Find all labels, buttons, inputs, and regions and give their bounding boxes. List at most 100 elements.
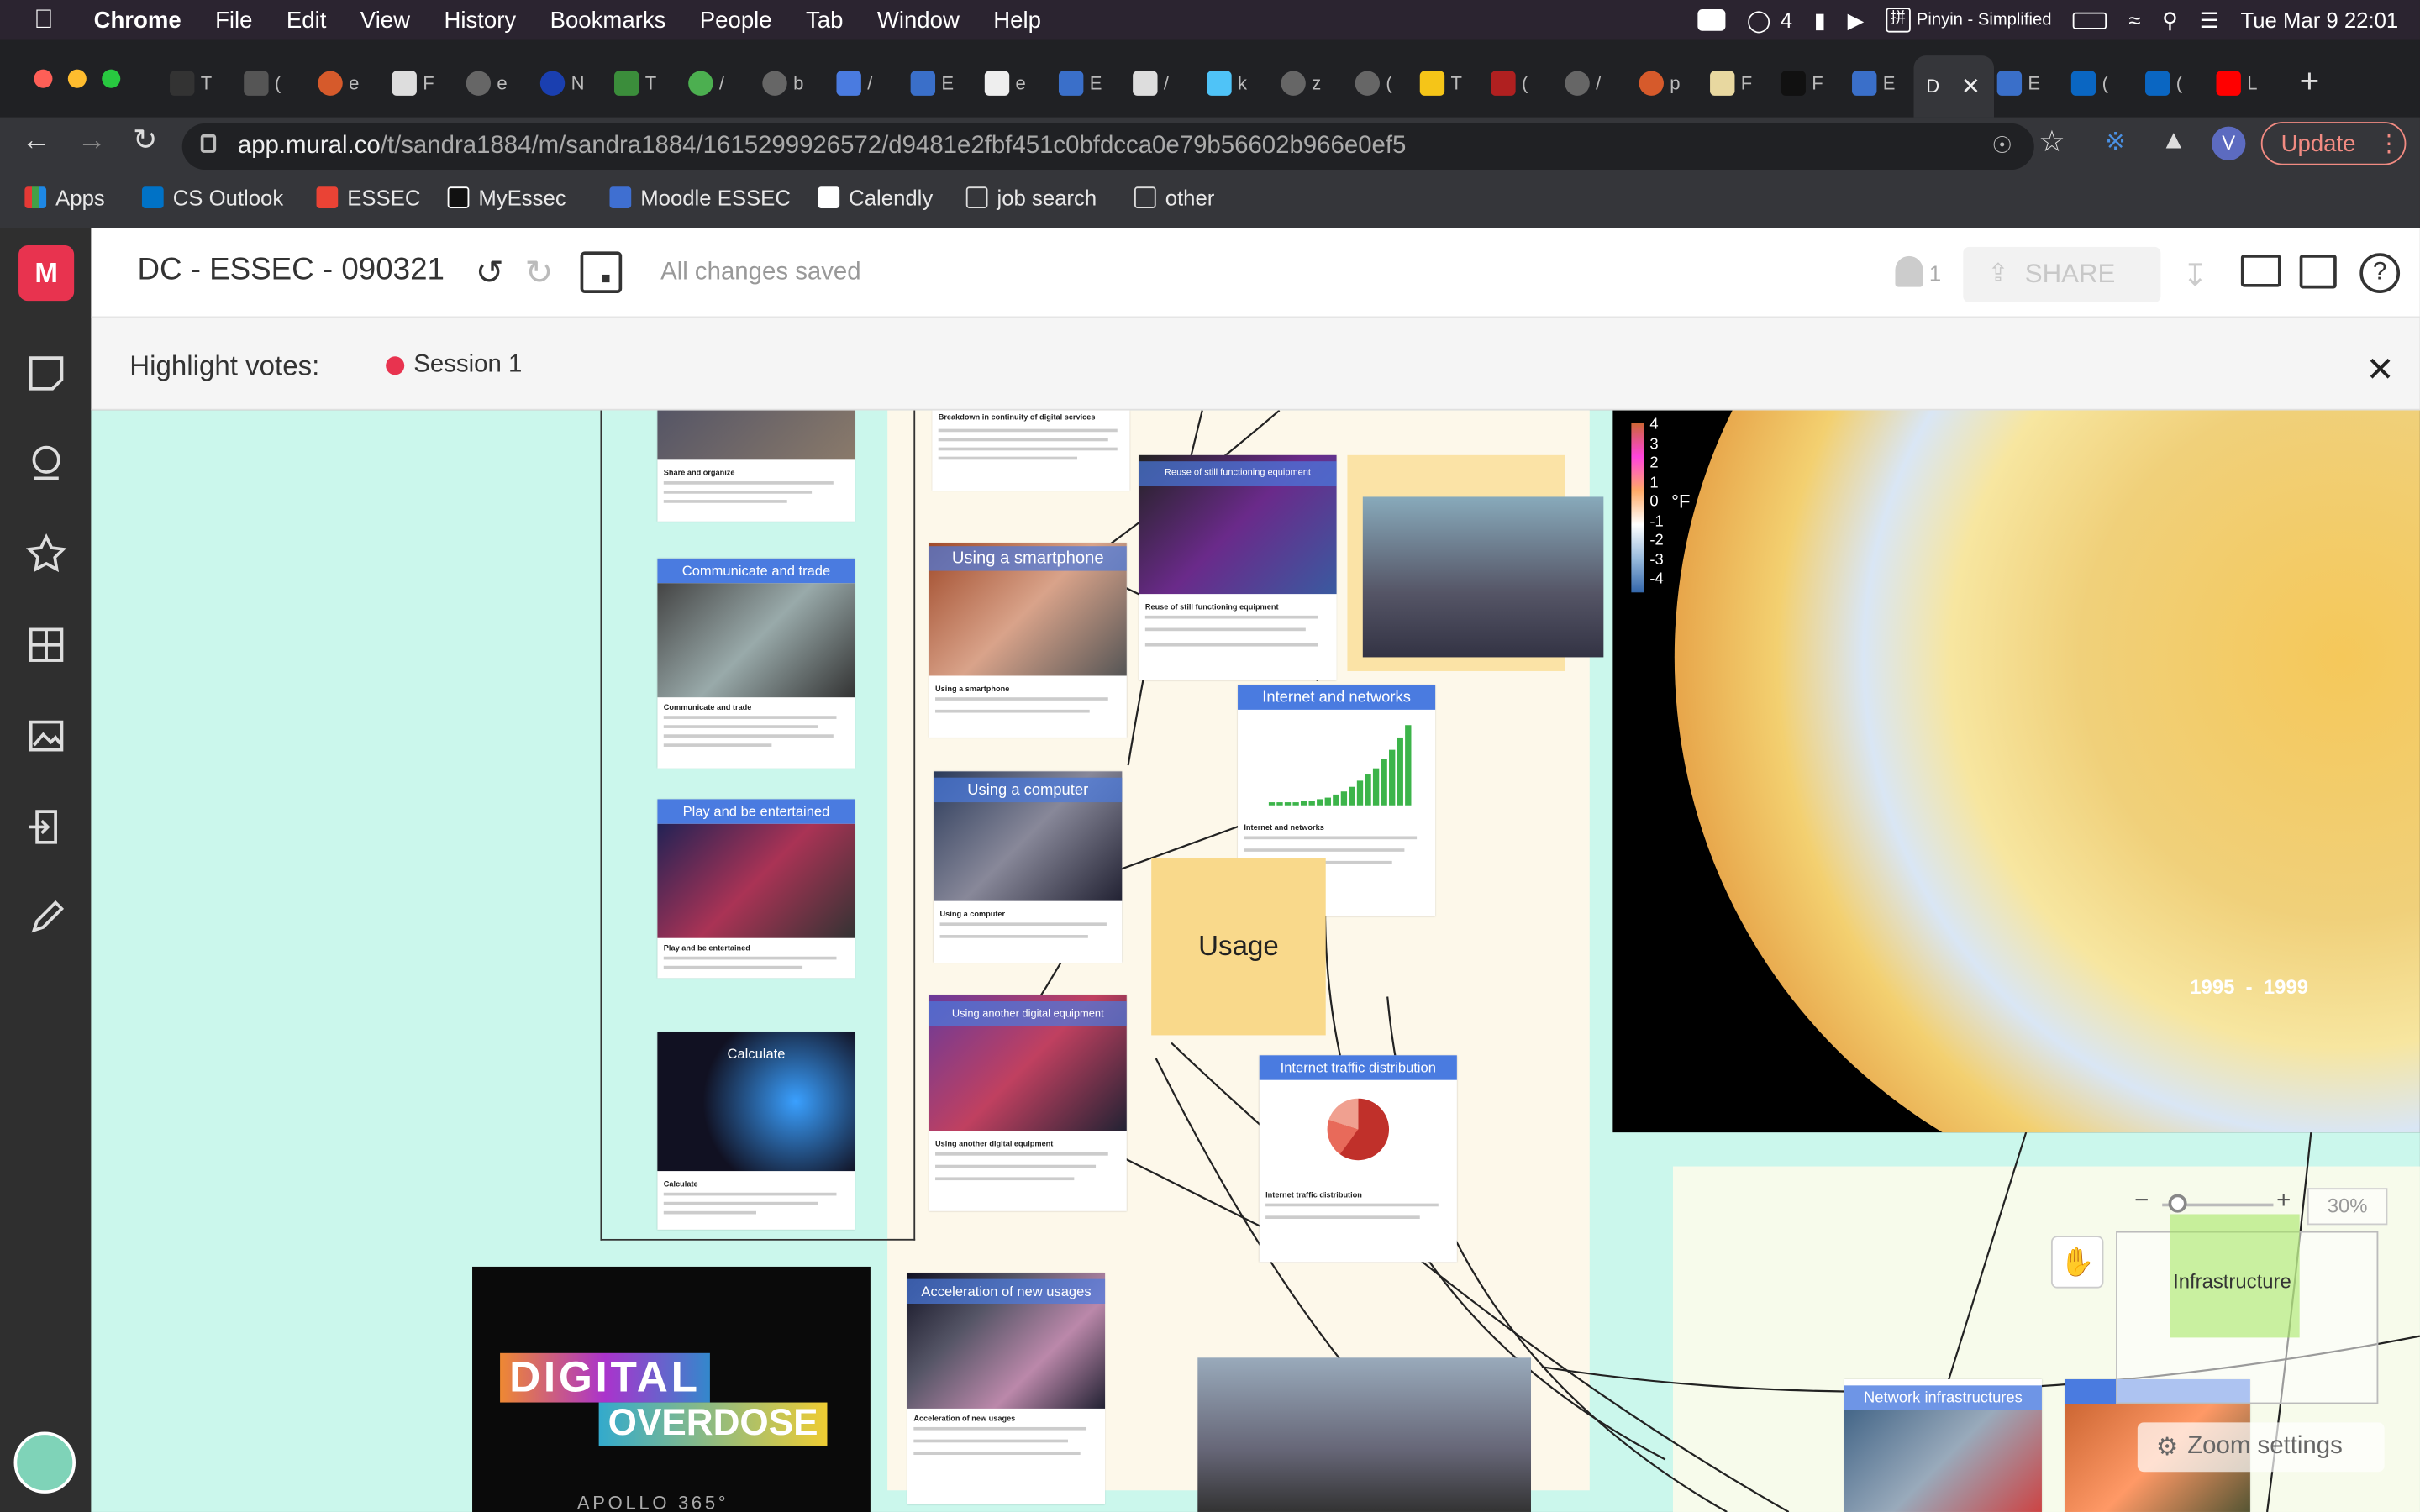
spotlight-icon[interactable]: ⚲ (2162, 7, 2178, 33)
browser-tab[interactable]: T (1419, 61, 1488, 104)
browser-tab[interactable]: z (1281, 61, 1349, 104)
help-icon[interactable]: ? (2360, 253, 2401, 293)
sticky-note-icon[interactable] (24, 352, 67, 395)
browser-tab[interactable]: e (466, 61, 534, 104)
card-breakdown-continuity[interactable]: Breakdown in continuity of digital servi… (932, 410, 1130, 491)
window-zoom-button[interactable] (102, 69, 121, 88)
bookmark-job-search[interactable]: job search (965, 176, 1097, 218)
zoom-level[interactable]: 30% (2307, 1188, 2388, 1226)
menu-app-name[interactable]: Chrome (94, 7, 182, 33)
update-button[interactable]: Update ⋮ (2260, 122, 2407, 165)
browser-tab[interactable]: L (2216, 61, 2285, 104)
user-avatar-icon[interactable] (13, 1431, 76, 1494)
card-calculate[interactable]: Calculate Calculate (657, 1032, 855, 1230)
collaborators-icon[interactable] (1895, 255, 1923, 287)
browser-tab[interactable]: E (1852, 61, 1920, 104)
menu-window[interactable]: Window (877, 7, 960, 33)
browser-tab[interactable]: ( (2145, 61, 2213, 104)
glasses-image[interactable] (1362, 496, 1604, 658)
apple-icon[interactable]:  (34, 5, 53, 36)
extension-icon[interactable]: ※ (2105, 127, 2126, 158)
browser-tab[interactable]: ( (2070, 61, 2139, 104)
search-shapes-icon[interactable] (24, 441, 67, 484)
browser-tab[interactable]: e (984, 61, 1053, 104)
tab-mural-active[interactable]: D ✕ (1913, 55, 1995, 118)
browser-tab[interactable]: N (539, 61, 608, 104)
upload-file-icon[interactable] (24, 806, 67, 848)
profile-avatar[interactable]: V (2211, 126, 2246, 161)
menu-file[interactable]: File (215, 7, 252, 33)
comments-icon[interactable] (2240, 255, 2281, 287)
browser-tab[interactable]: / (1133, 61, 1201, 104)
extensions-puzzle-icon[interactable]: ▲ (2160, 125, 2186, 156)
browser-tab[interactable]: T (170, 61, 238, 104)
card-play-entertained[interactable]: Play and be entertained Play and be ente… (657, 799, 855, 979)
window-minimize-button[interactable] (67, 69, 87, 88)
bookmark-star-icon[interactable]: ☆ (2039, 125, 2065, 160)
search-board-icon[interactable] (2299, 255, 2337, 289)
menu-view[interactable]: View (360, 7, 410, 33)
bookmark-other[interactable]: other (1134, 176, 1214, 218)
menu-bookmarks[interactable]: Bookmarks (550, 7, 666, 33)
tracking-icon[interactable]: ☉ (1991, 131, 2012, 159)
zoom-out-icon[interactable]: − (2134, 1188, 2149, 1215)
zoom-app-icon[interactable] (1697, 9, 1726, 31)
wifi-icon[interactable]: ≈ (2128, 8, 2140, 32)
card-using-smartphone[interactable]: Using a smartphone Using a smartphone (929, 543, 1127, 738)
menu-history[interactable]: History (444, 7, 516, 33)
browser-tab[interactable]: b (762, 61, 830, 104)
menu-help[interactable]: Help (993, 7, 1041, 33)
browser-tab[interactable]: ( (244, 61, 312, 104)
bookmark-cs-outlook[interactable]: CS Outlook (141, 176, 283, 218)
card-internet-traffic[interactable]: Internet traffic distribution Internet t… (1259, 1055, 1457, 1263)
browser-tab[interactable]: e (318, 61, 386, 104)
pinyin-label[interactable]: Pinyin - Simplified (1917, 11, 2052, 29)
menu-edit[interactable]: Edit (287, 7, 326, 33)
digital-overdose-poster[interactable]: DIGITAL OVERDOSE APOLLO 365° (472, 1266, 871, 1512)
browser-tab[interactable]: E (1058, 61, 1127, 104)
download-icon[interactable]: ↧ (2182, 256, 2208, 295)
browser-tab[interactable]: / (836, 61, 904, 104)
card-using-other-equipment[interactable]: Using another digital equipment Using an… (929, 995, 1127, 1211)
share-button[interactable]: ⇪ SHARE (1963, 246, 2161, 302)
close-votes-icon[interactable]: ✕ (2366, 350, 2395, 391)
image-icon[interactable] (24, 714, 67, 757)
card-network-infrastructures[interactable]: Network infrastructures (1844, 1379, 2042, 1512)
browser-tab[interactable]: E (1996, 61, 2065, 104)
bookmark-calendly[interactable]: Calendly (818, 176, 933, 218)
minimap[interactable]: Infrastructure (2116, 1214, 2379, 1404)
frameworks-grid-icon[interactable] (24, 623, 67, 666)
star-icon[interactable] (24, 533, 67, 575)
pen-draw-icon[interactable] (24, 896, 67, 939)
clock[interactable]: Tue Mar 9 22:01 (2240, 8, 2398, 32)
battery-icon[interactable] (2073, 11, 2107, 29)
mural-logo[interactable]: M (18, 245, 75, 302)
play-icon[interactable]: ▶ (1848, 7, 1865, 33)
redo-icon[interactable]: ↻ (524, 253, 553, 293)
browser-tab[interactable]: k (1207, 61, 1275, 104)
pinyin-icon[interactable]: 拼 (1886, 8, 1911, 33)
more-menu-icon[interactable]: ⋮ (2377, 129, 2401, 157)
card-reuse-equipment[interactable]: Reuse of still functioning equipment Reu… (1139, 454, 1337, 680)
window-close-button[interactable] (34, 69, 53, 88)
zoom-in-icon[interactable]: + (2276, 1188, 2291, 1215)
pan-hand-icon[interactable]: ✋ (2050, 1236, 2104, 1289)
browser-tab[interactable]: F (1710, 61, 1778, 104)
browser-tab[interactable]: / (688, 61, 756, 104)
tab-close-icon[interactable]: ✕ (1961, 72, 1981, 100)
browser-tab[interactable]: ( (1355, 61, 1423, 104)
bookmark-essec[interactable]: ESSEC (316, 176, 420, 218)
card-using-computer[interactable]: Using a computer Using a computer (934, 771, 1123, 963)
card-communicate-trade[interactable]: Communicate and trade Communicate and tr… (657, 558, 855, 769)
bookmark-myessec[interactable]: MyEssec (447, 176, 566, 218)
browser-tab[interactable]: p (1639, 61, 1707, 104)
new-tab-button[interactable]: + (2300, 61, 2320, 102)
browser-tab[interactable]: T (614, 61, 682, 104)
menu-people[interactable]: People (700, 7, 772, 33)
browser-tab[interactable]: ( (1491, 61, 1559, 104)
mural-canvas[interactable]: Share and organize Communicate and trade… (91, 410, 2420, 1512)
mural-title[interactable]: DC - ESSEC - 090321 (137, 253, 444, 288)
menu-tab[interactable]: Tab (806, 7, 843, 33)
wechat-icon[interactable]: ◯ (1747, 7, 1771, 33)
glasses-image[interactable] (1197, 1357, 1532, 1512)
